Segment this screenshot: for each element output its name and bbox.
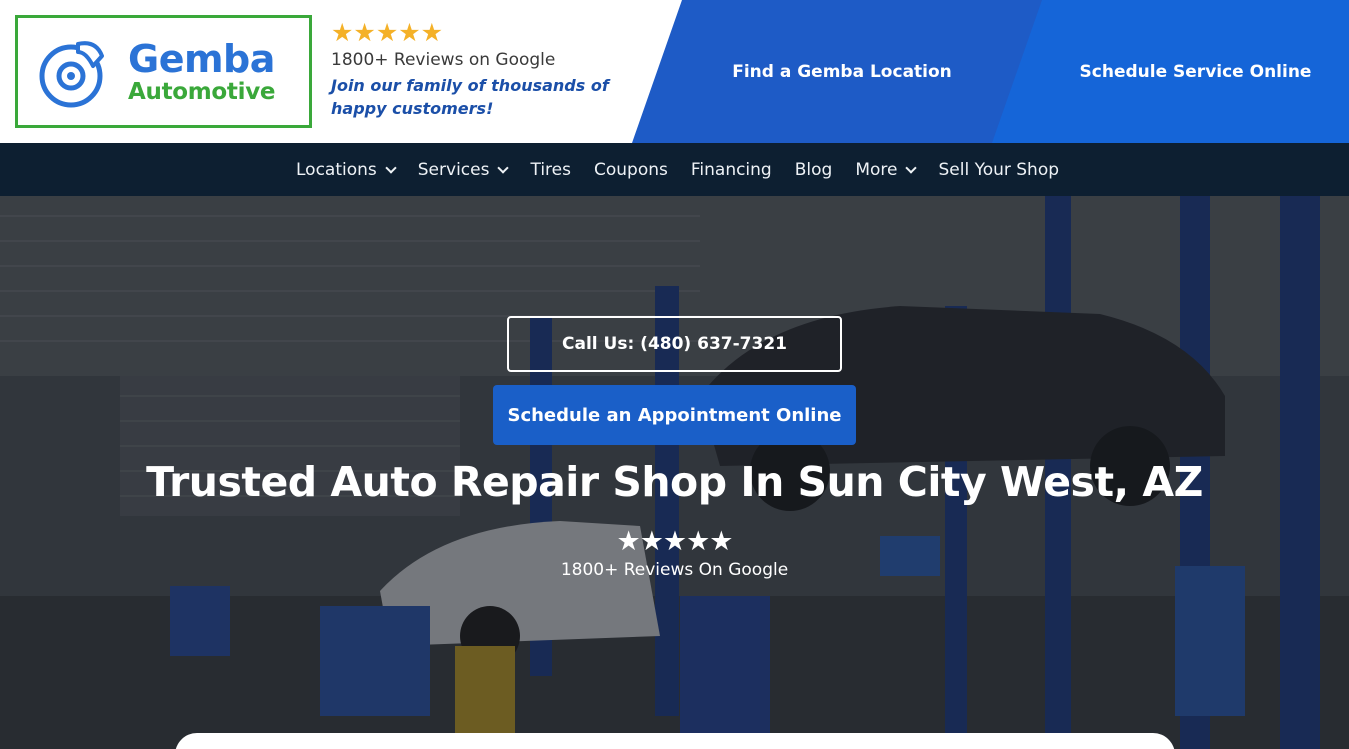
logo-wordmark: Gemba Automotive [128,37,276,105]
logo-brand: Gemba [128,37,275,81]
schedule-service-label: Schedule Service Online [1079,61,1312,82]
nav-items: Locations Services Tires Coupons Financi… [296,143,1082,196]
nav-item-services[interactable]: Services [417,159,510,180]
nav-label: Services [417,159,490,180]
nav-item-blog[interactable]: Blog [795,160,833,180]
nav-item-more[interactable]: More [855,159,918,180]
join-tagline: Join our family of thousands of happy cu… [331,76,609,118]
nav-label: Coupons [593,159,668,180]
find-location-label: Find a Gemba Location [732,61,952,82]
rating-stars: ★★★★★ [331,19,444,47]
content-card-top [175,733,1175,749]
chevron-down-icon [497,161,510,174]
hero-reviews-count: 1800+ Reviews On Google [560,560,789,580]
brake-disc-icon [39,41,104,108]
nav-label: Tires [530,159,571,180]
nav-item-financing[interactable]: Financing [691,160,772,180]
nav-item-locations[interactable]: Locations [296,159,397,180]
site-header: Gemba Automotive ★★★★★ 1800+ Reviews on … [0,0,1349,143]
main-nav: Locations Services Tires Coupons Financi… [0,143,1349,196]
nav-item-tires[interactable]: Tires [530,160,571,180]
nav-label: Locations [296,159,377,180]
nav-item-coupons[interactable]: Coupons [594,160,668,180]
nav-label: Financing [690,159,772,180]
chevron-down-icon [385,161,397,174]
nav-label: Sell Your Shop [938,159,1060,180]
hero-rating-stars: ★★★★★ [616,526,733,556]
call-us-button[interactable]: Call Us: (480) 637-7321 [507,316,842,372]
hero-section: Call Us: (480) 637-7321 Schedule an Appo… [0,196,1349,749]
nav-label: Blog [794,159,833,180]
nav-label: More [855,159,898,180]
find-location-button[interactable]: Find a Gemba Location [632,0,1052,143]
schedule-appointment-button[interactable]: Schedule an Appointment Online [493,385,856,445]
chevron-down-icon [905,161,918,174]
logo-link[interactable]: Gemba Automotive [15,15,312,128]
header-reviews: ★★★★★ 1800+ Reviews on Google Join our f… [331,20,631,120]
schedule-service-button[interactable]: Schedule Service Online [992,0,1349,143]
hero-title: Trusted Auto Repair Shop In Sun City Wes… [146,458,1203,506]
reviews-count: 1800+ Reviews on Google [331,50,556,70]
logo-sub: Automotive [128,79,276,105]
nav-item-sell-your-shop[interactable]: Sell Your Shop [938,160,1059,180]
